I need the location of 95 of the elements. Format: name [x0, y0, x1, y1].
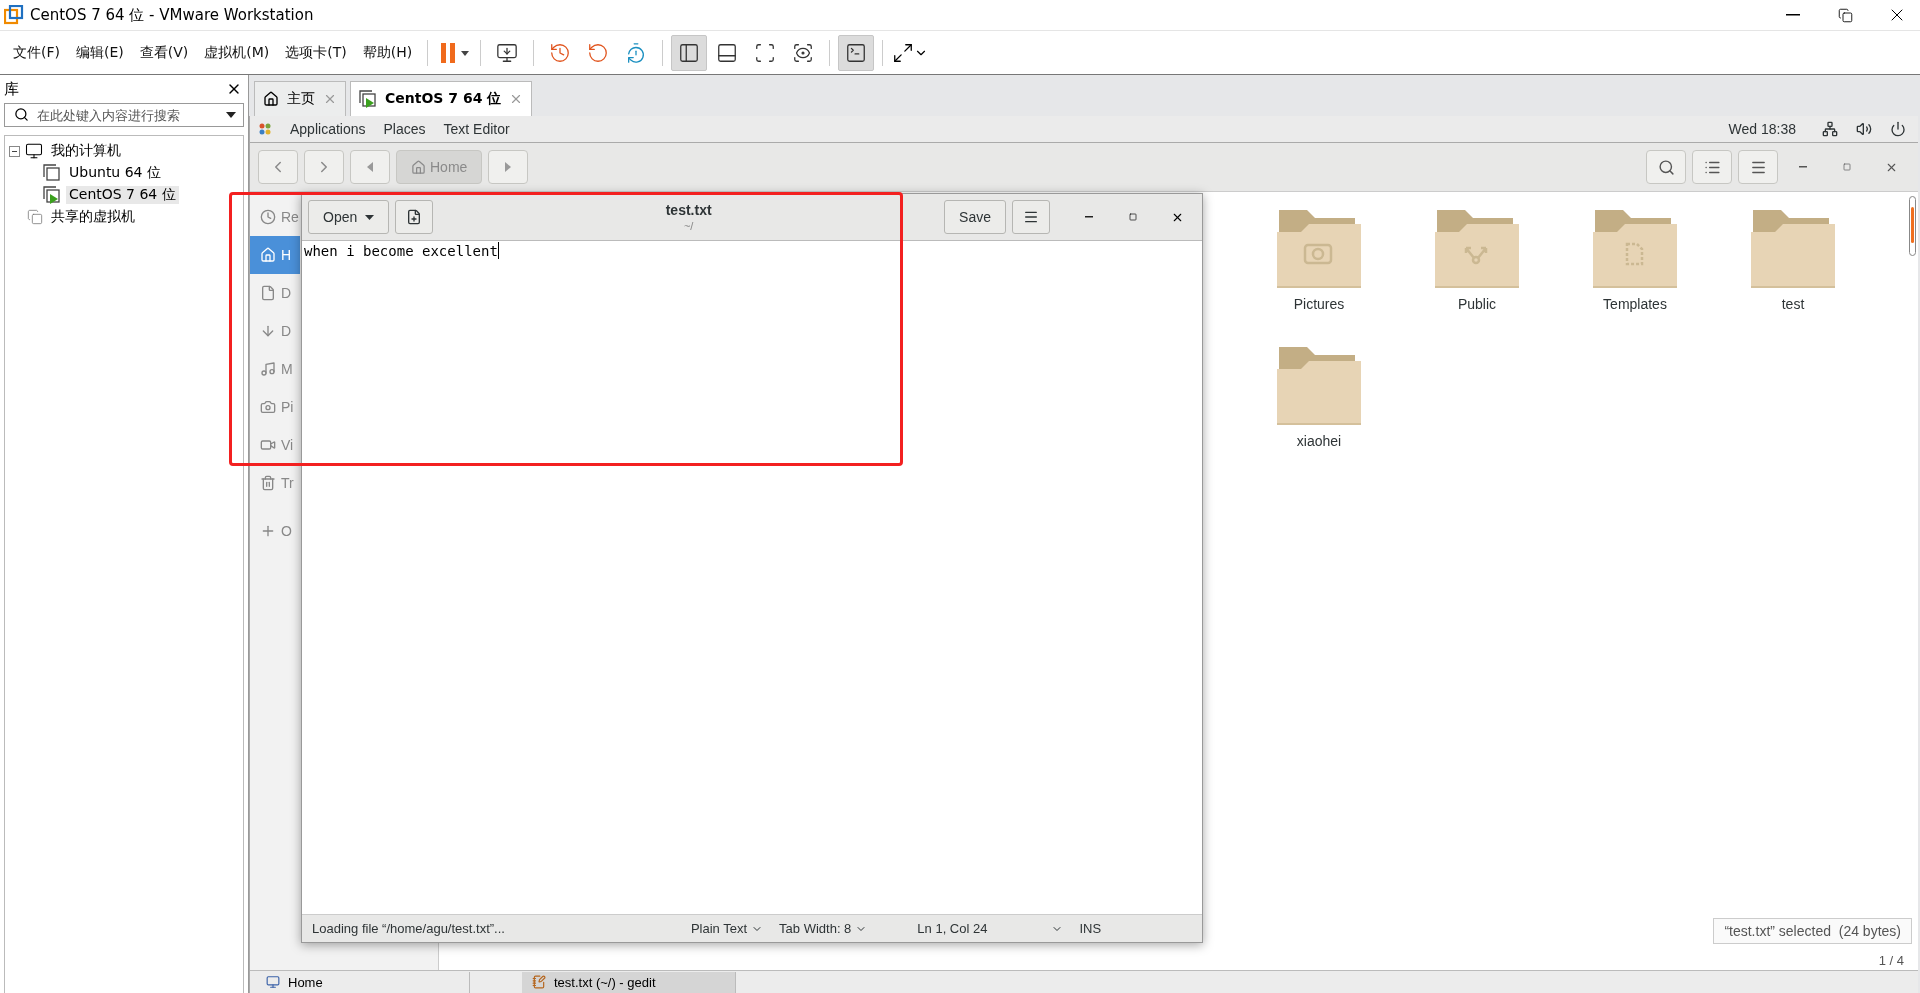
- folder-name[interactable]: test: [1781, 296, 1805, 312]
- document-icon: [260, 285, 276, 301]
- tree-item[interactable]: 共享的虚拟机: [48, 208, 138, 226]
- page-indicator: 1 / 4: [1878, 953, 1904, 968]
- fullscreen-icon: [754, 41, 777, 64]
- video-icon: [260, 437, 276, 453]
- search-icon: [14, 107, 29, 122]
- running-vm-icon: [359, 90, 377, 108]
- menu-button[interactable]: [1012, 200, 1050, 234]
- network-icon[interactable]: [1822, 121, 1838, 137]
- folder-icon: [1277, 345, 1361, 427]
- menu-button[interactable]: [1738, 150, 1778, 184]
- trash-icon: [260, 475, 276, 491]
- save-button[interactable]: Save: [944, 200, 1006, 234]
- top-bar-menu[interactable]: Places: [383, 121, 426, 137]
- computer-icon: [25, 142, 43, 160]
- new-document-icon: [406, 209, 423, 225]
- caret-icon: [365, 214, 375, 220]
- folder-icon: [1435, 208, 1519, 290]
- open-button[interactable]: Open: [308, 200, 390, 234]
- folder-name[interactable]: Templates: [1603, 296, 1667, 312]
- shared-vm-icon: [27, 209, 43, 225]
- top-bar-menu[interactable]: Applications: [290, 121, 366, 137]
- home-icon: [411, 159, 426, 175]
- collapse-toggle[interactable]: [9, 145, 20, 157]
- menu-item[interactable]: 查看(V): [132, 39, 196, 66]
- menu-item[interactable]: 虚拟机(M): [197, 39, 277, 66]
- status-tooltip: “test.txt” selected (24 bytes): [1713, 918, 1912, 944]
- volume-icon[interactable]: [1856, 121, 1872, 137]
- tree-item[interactable]: 我的计算机: [48, 142, 124, 160]
- new-tab-button[interactable]: [395, 200, 434, 234]
- left-arrow-icon: [367, 162, 373, 172]
- menu-item[interactable]: 文件(F): [6, 39, 67, 66]
- taskbar-item[interactable]: test.txt (~/) - gedit: [522, 971, 736, 993]
- home-icon: [263, 91, 279, 107]
- music-icon: [260, 361, 276, 377]
- tab[interactable]: CentOS 7 64 位: [350, 81, 533, 116]
- panel-title: 库: [4, 79, 19, 99]
- taskbar-item[interactable]: Home: [256, 971, 470, 993]
- clock[interactable]: Wed 18:38: [1728, 121, 1796, 137]
- language-selector[interactable]: Plain Text: [690, 921, 764, 936]
- home-icon: [260, 247, 276, 263]
- console-button[interactable]: [838, 34, 875, 71]
- monitor-icon: [496, 41, 519, 64]
- power-icon[interactable]: [1890, 121, 1906, 137]
- dropdown-caret-icon[interactable]: [226, 112, 236, 118]
- tree-item[interactable]: CentOS 7 64 位: [66, 186, 179, 204]
- document-title: test.txt: [665, 202, 712, 218]
- restore-icon: [1837, 7, 1853, 23]
- menu-item[interactable]: 选项卡(T): [278, 39, 354, 66]
- minimize-icon: [1786, 14, 1800, 16]
- editor-text[interactable]: when i become excellent: [304, 243, 499, 259]
- folder-icon: [1751, 208, 1835, 290]
- window-title: CentOS 7 64 位 - VMware Workstation: [30, 5, 315, 25]
- path-left-button[interactable]: [350, 150, 390, 184]
- search-field[interactable]: 在此处键入内容进行搜索: [4, 103, 244, 127]
- view-button[interactable]: [671, 34, 708, 71]
- gnome-foot-icon: [258, 122, 272, 136]
- terminal-icon: [845, 41, 868, 64]
- search-icon: [1657, 158, 1675, 176]
- plus-icon: [260, 523, 276, 539]
- text-editor-icon: [532, 975, 546, 989]
- folder-name[interactable]: xiaohei: [1296, 433, 1342, 449]
- maximize-icon: [1129, 213, 1137, 221]
- view-toggle-button[interactable]: [1692, 150, 1732, 184]
- folder-name[interactable]: Public: [1457, 296, 1497, 312]
- menu-item[interactable]: 帮助(H): [355, 39, 420, 66]
- sidebar-layout-icon: [678, 41, 701, 64]
- insert-mode: INS: [1079, 921, 1102, 936]
- expand-icon: [892, 41, 915, 64]
- status-message: Loading file “/home/agu/test.txt”...: [312, 921, 505, 936]
- tab-width-selector[interactable]: Tab Width: 8: [779, 921, 868, 936]
- folder-icon: [1593, 208, 1677, 290]
- running-vm-icon: [43, 186, 61, 204]
- minimize-icon: [1085, 216, 1093, 218]
- menu-item[interactable]: 编辑(E): [69, 39, 131, 66]
- cursor-position: Ln 1, Col 24: [917, 921, 988, 936]
- right-arrow-icon: [505, 162, 512, 172]
- app-logo-icon: [4, 5, 24, 25]
- camera-icon: [260, 399, 276, 415]
- clock-icon: [260, 209, 276, 225]
- top-bar-menu[interactable]: Text Editor: [443, 121, 510, 137]
- bottom-panel-icon: [716, 41, 739, 64]
- document-path: ~/: [683, 220, 694, 232]
- folder-icon: [1277, 208, 1361, 290]
- maximize-icon: [1843, 163, 1851, 171]
- search-button[interactable]: [1646, 150, 1686, 184]
- window-icon: [266, 975, 280, 989]
- folder-name[interactable]: Pictures: [1293, 296, 1345, 312]
- minimize-icon: [1799, 166, 1807, 168]
- vm-icon: [43, 164, 61, 182]
- tab[interactable]: 主页: [254, 81, 346, 116]
- menu-icon: [1023, 209, 1039, 225]
- download-icon: [260, 323, 276, 339]
- tree-item[interactable]: Ubuntu 64 位: [66, 164, 164, 182]
